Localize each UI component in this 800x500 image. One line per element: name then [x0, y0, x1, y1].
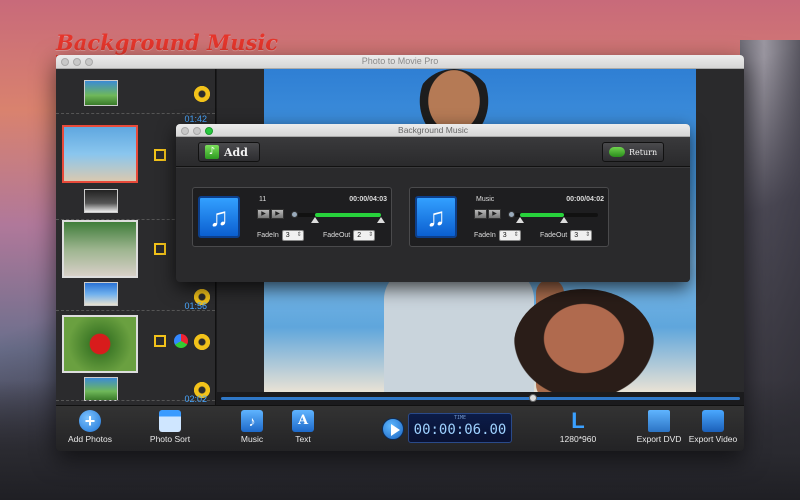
- transition-thumb[interactable]: [84, 80, 118, 106]
- trim-slider[interactable]: [508, 211, 598, 218]
- resolution-button[interactable]: L 1280*960: [556, 408, 600, 445]
- timeline-track[interactable]: [221, 397, 740, 400]
- clip-time: 02:02: [184, 394, 207, 404]
- transition-thumb[interactable]: [84, 377, 118, 401]
- return-label: Return: [629, 147, 658, 157]
- page-headline: Background Music: [56, 30, 279, 57]
- position-knob[interactable]: [291, 211, 298, 218]
- photo-sort-button[interactable]: Photo Sort: [146, 410, 194, 444]
- crop-icon[interactable]: [154, 149, 166, 161]
- trim-end-handle[interactable]: [560, 217, 568, 223]
- transition-thumb[interactable]: [84, 282, 118, 306]
- dialog-title: Background Music: [398, 125, 468, 135]
- fadeout-label: FadeOut: [540, 232, 568, 239]
- position-knob[interactable]: [508, 211, 515, 218]
- export-video-label: Export Video: [688, 434, 738, 444]
- add-music-button[interactable]: ♪ Add: [198, 142, 260, 162]
- gear-icon[interactable]: [194, 86, 210, 102]
- photo-thumb[interactable]: [62, 220, 138, 278]
- clip-time: 01:56: [184, 301, 207, 311]
- photo-sort-label: Photo Sort: [149, 434, 191, 444]
- dialog-titlebar: Background Music: [176, 124, 690, 137]
- transition-thumb[interactable]: [84, 189, 118, 213]
- play-icon[interactable]: ▶: [474, 209, 487, 219]
- track-duration: 00:00/04:02: [566, 196, 604, 203]
- photo-subject: [514, 289, 654, 392]
- text-icon: A: [292, 410, 314, 432]
- fadein-stepper[interactable]: 3: [498, 230, 521, 241]
- timeline-knob[interactable]: [529, 394, 537, 402]
- main-titlebar: Photo to Movie Pro: [56, 55, 744, 69]
- gear-icon[interactable]: [194, 334, 210, 350]
- add-photos-button[interactable]: + Add Photos: [66, 410, 114, 444]
- bottom-toolbar: + Add Photos Photo Sort ♪ Music A Text T…: [56, 405, 744, 451]
- text-button[interactable]: A Text: [288, 410, 318, 444]
- playback-controls: ▶ ▶: [474, 209, 501, 219]
- crop-icon[interactable]: [154, 335, 166, 347]
- dvd-folder-icon: [648, 410, 670, 432]
- playback-controls: ▶ ▶: [257, 209, 284, 219]
- fadein-label: FadeIn: [257, 232, 279, 239]
- music-label: Music: [240, 434, 264, 444]
- return-button[interactable]: Return: [602, 142, 664, 162]
- fadein-control: FadeIn 3: [257, 230, 304, 241]
- forward-icon[interactable]: ▶: [488, 209, 501, 219]
- export-dvd-button[interactable]: Export DVD: [636, 410, 682, 444]
- resolution-label: 1280*960: [559, 434, 597, 444]
- music-note-icon: ♪: [241, 410, 263, 432]
- play-button[interactable]: [382, 418, 404, 440]
- trim-range: [315, 213, 381, 217]
- export-dvd-label: Export DVD: [636, 434, 682, 444]
- fadeout-stepper[interactable]: 2: [353, 230, 376, 241]
- play-icon[interactable]: ▶: [257, 209, 270, 219]
- background-music-dialog: Background Music ♪ Add Return ♫ 11 00:00…: [176, 124, 690, 282]
- photo-subject: [384, 269, 534, 392]
- forward-icon[interactable]: ▶: [271, 209, 284, 219]
- track-name: Music: [476, 196, 495, 203]
- trim-end-handle[interactable]: [377, 217, 385, 223]
- music-add-icon: ♪: [205, 145, 219, 159]
- dialog-toolbar: ♪ Add Return: [176, 137, 690, 167]
- fadeout-label: FadeOut: [323, 232, 351, 239]
- music-note-icon: ♫: [198, 196, 240, 238]
- music-track-list: ♫ 11 00:00/04:03 ▶ ▶ FadeIn 3 FadeOut 2: [176, 167, 690, 282]
- text-label: Text: [295, 434, 311, 444]
- save-icon: [702, 410, 724, 432]
- music-track-card[interactable]: ♫ Music 00:00/04:02 ▶ ▶ FadeIn 3 FadeOut…: [409, 187, 609, 247]
- calendar-icon: [159, 410, 181, 432]
- time-display: TIME 00:00:06.00: [408, 413, 512, 443]
- window-title: Photo to Movie Pro: [361, 56, 439, 66]
- fadeout-stepper[interactable]: 3: [570, 230, 593, 241]
- music-button[interactable]: ♪ Music: [236, 410, 268, 444]
- time-value: 00:00:06.00: [413, 422, 507, 438]
- trim-slider[interactable]: [291, 211, 381, 218]
- music-track-card[interactable]: ♫ 11 00:00/04:03 ▶ ▶ FadeIn 3 FadeOut 2: [192, 187, 392, 247]
- timeline-scrubber[interactable]: [217, 392, 744, 405]
- clip-time: 01:42: [184, 114, 207, 124]
- track-name: 11: [259, 196, 267, 203]
- crop-icon[interactable]: [154, 243, 166, 255]
- time-label: TIME: [453, 415, 467, 421]
- export-video-button[interactable]: Export Video: [688, 410, 738, 444]
- fadeout-control: FadeOut 3: [540, 230, 593, 241]
- fadeout-control: FadeOut 2: [323, 230, 376, 241]
- fadein-stepper[interactable]: 3: [281, 230, 304, 241]
- fadein-control: FadeIn 3: [474, 230, 521, 241]
- photo-thumb-selected[interactable]: [62, 125, 138, 183]
- trim-start-handle[interactable]: [311, 217, 319, 223]
- return-icon: [609, 147, 625, 157]
- add-label: Add: [224, 145, 248, 159]
- trim-start-handle[interactable]: [516, 217, 524, 223]
- track-duration: 00:00/04:03: [349, 196, 387, 203]
- effect-icon[interactable]: [174, 334, 188, 348]
- plus-icon: +: [79, 410, 101, 432]
- resolution-icon: L: [571, 408, 585, 433]
- music-note-icon: ♫: [415, 196, 457, 238]
- trim-range: [520, 213, 564, 217]
- fadein-label: FadeIn: [474, 232, 496, 239]
- add-photos-label: Add Photos: [68, 434, 112, 444]
- photo-thumb[interactable]: [62, 315, 138, 373]
